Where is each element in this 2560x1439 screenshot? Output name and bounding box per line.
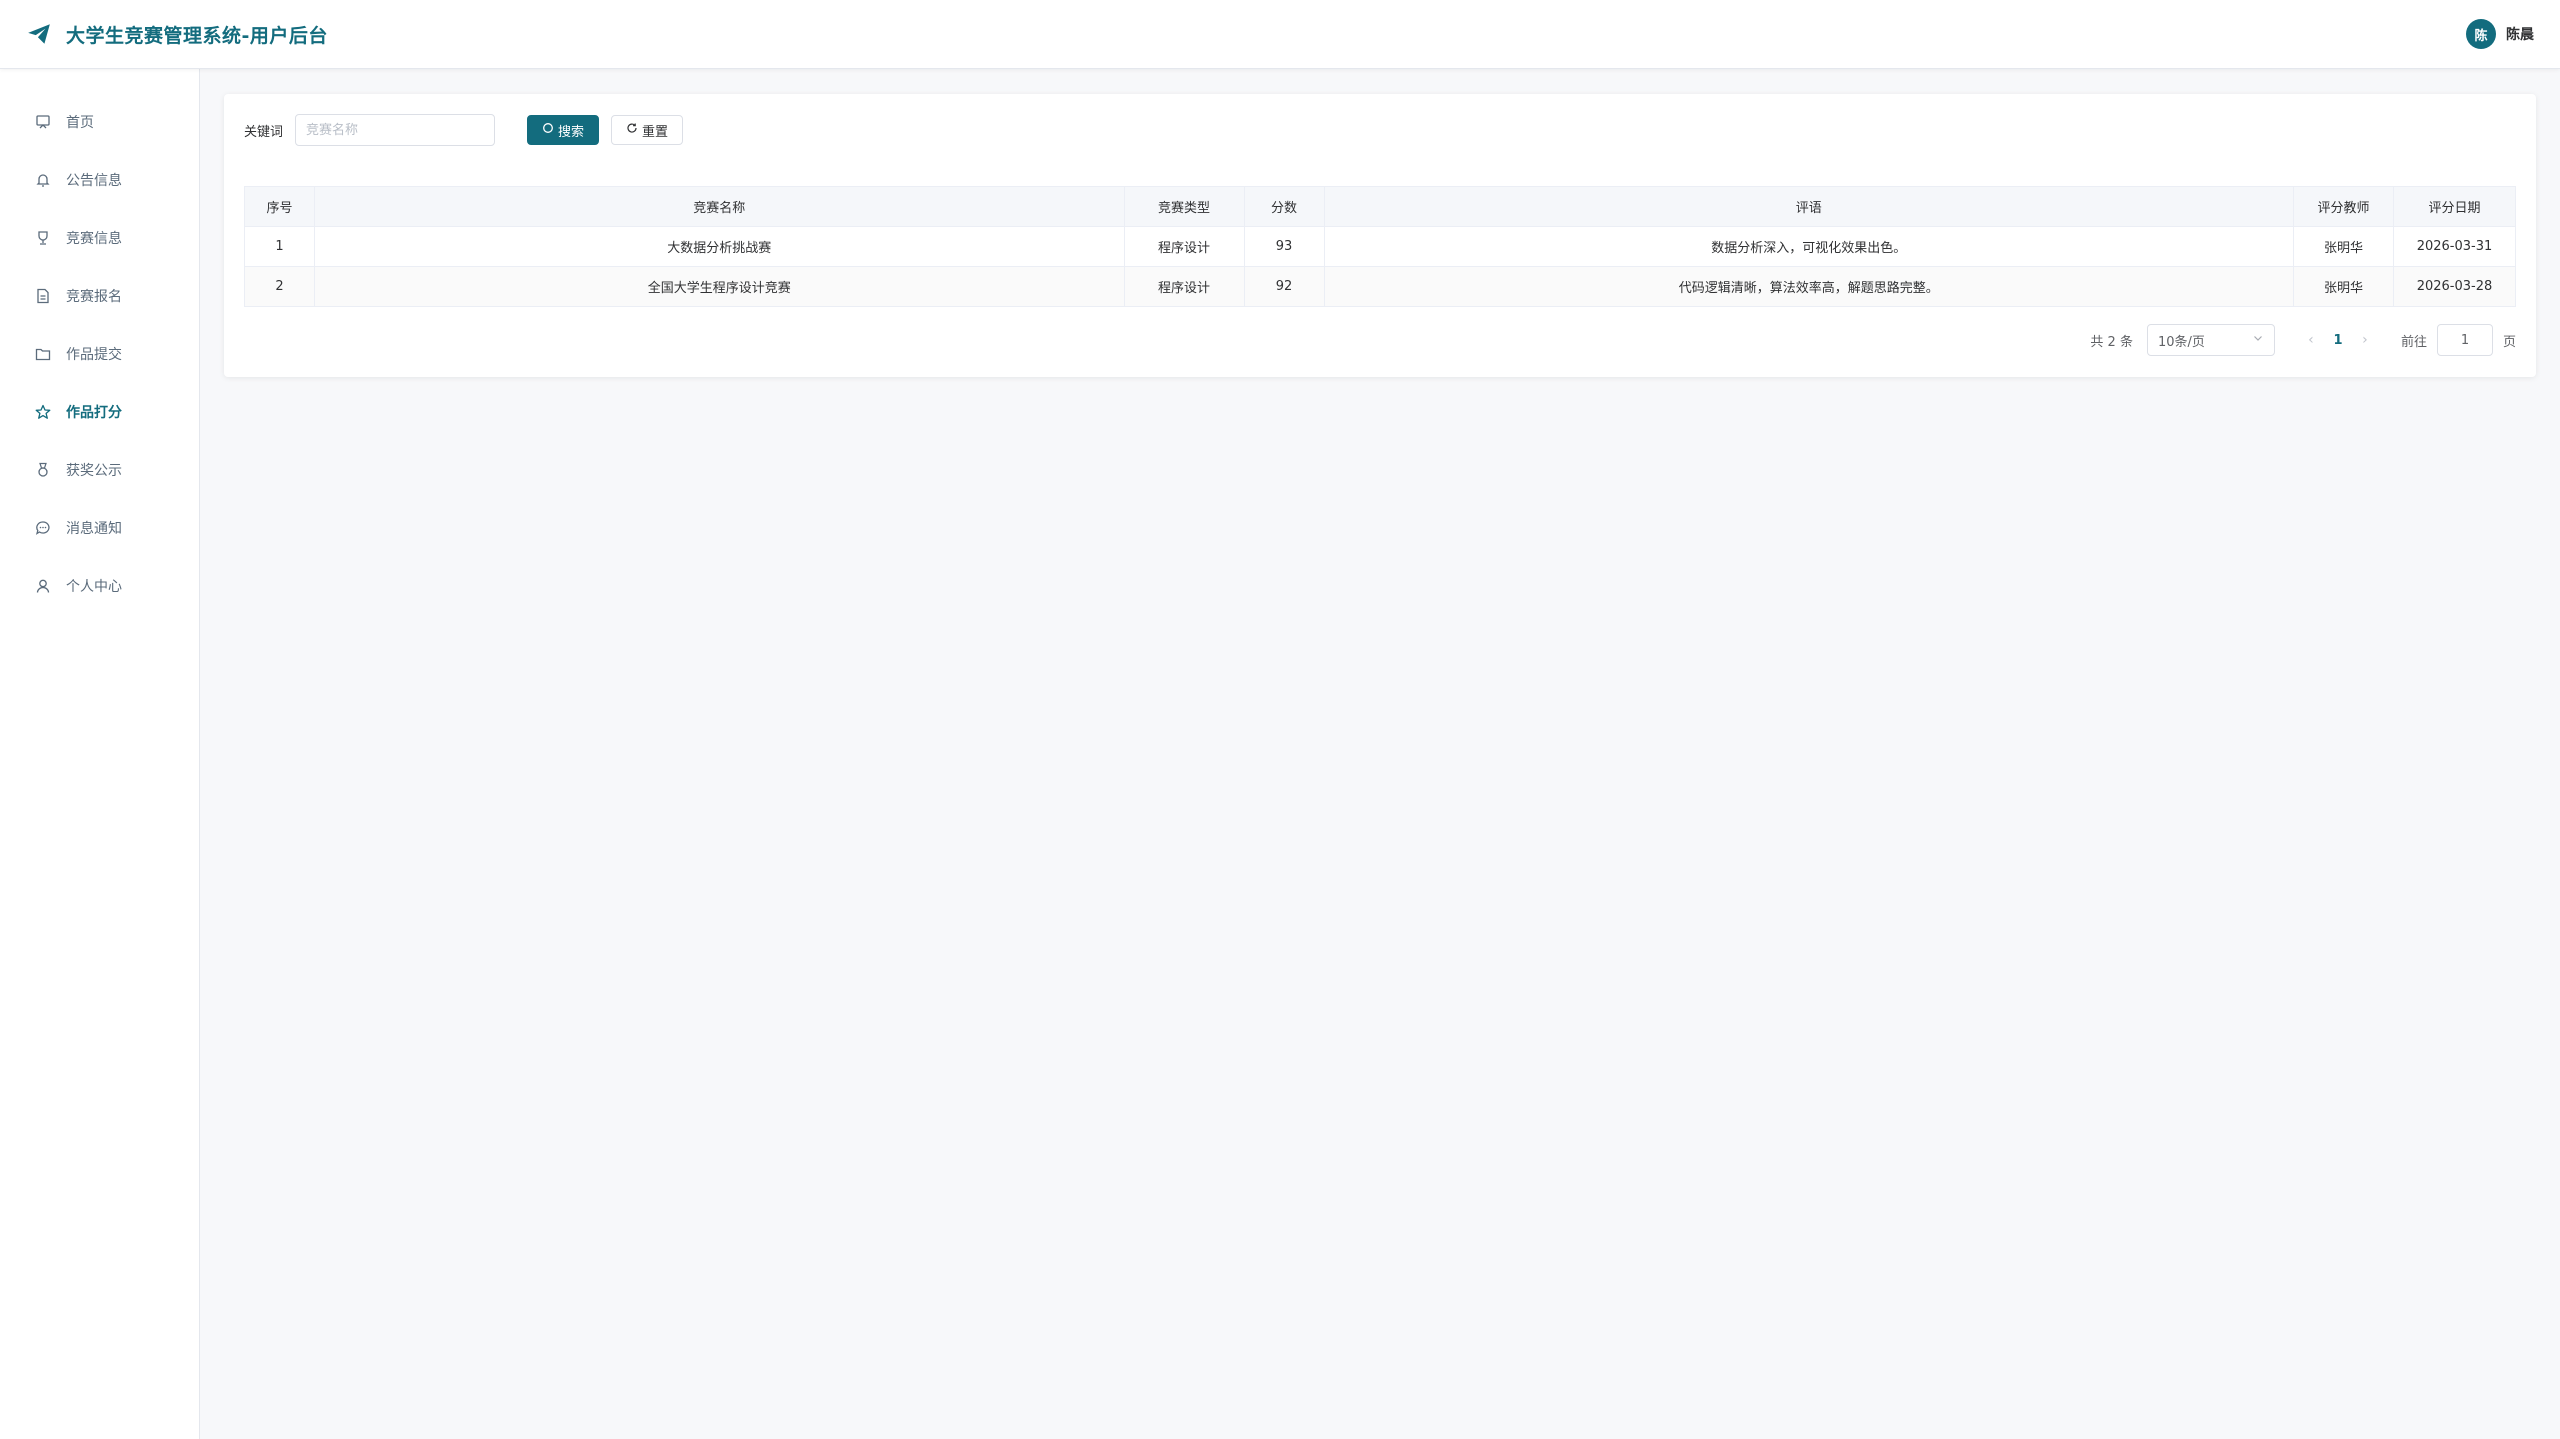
- sidebar-item-label: 竞赛信息: [66, 231, 122, 247]
- user-menu[interactable]: 陈 陈晨: [2466, 19, 2534, 49]
- table-cell: 93: [1243, 226, 1325, 267]
- column-header: 分数: [1243, 186, 1325, 227]
- sidebar-item-label: 个人中心: [66, 579, 122, 595]
- sidebar-item-submission[interactable]: 作品提交: [0, 325, 199, 383]
- table-row: 1 大数据分析挑战赛 程序设计 93 数据分析深入，可视化效果出色。 张明华 2…: [244, 226, 2516, 267]
- chat-icon: [34, 519, 52, 537]
- table-cell: 1: [244, 226, 315, 267]
- goto-suffix: 页: [2502, 334, 2516, 350]
- column-header: 评语: [1323, 186, 2295, 227]
- medal-icon: [34, 461, 52, 479]
- trophy-icon: [34, 229, 52, 247]
- search-button[interactable]: 搜索: [527, 115, 600, 145]
- table-cell: 2026-03-28: [2393, 266, 2516, 307]
- goto-page-input[interactable]: [2436, 324, 2493, 356]
- sidebar-item-label: 首页: [66, 115, 94, 131]
- scores-table: 序号 竞赛名称 竞赛类型 分数 评语 评分教师 评分日期 1 大数据分析挑战赛 …: [244, 186, 2516, 307]
- app-title: 大学生竞赛管理系统-用户后台: [66, 24, 328, 47]
- page-size-select[interactable]: 10条/页: [2146, 324, 2275, 356]
- sidebar-item-label: 竞赛报名: [66, 289, 122, 305]
- column-header: 竞赛类型: [1123, 186, 1245, 227]
- sidebar-item-label: 获奖公示: [66, 463, 122, 479]
- home-icon: [34, 113, 52, 131]
- sidebar-item-profile[interactable]: 个人中心: [0, 557, 199, 615]
- reset-button-label: 重置: [642, 124, 669, 140]
- total-count: 共 2 条: [2090, 334, 2133, 350]
- page-number[interactable]: 1: [2323, 333, 2353, 348]
- sidebar-item-competitions[interactable]: 竞赛信息: [0, 209, 199, 267]
- bell-icon: [34, 171, 52, 189]
- star-icon: [34, 403, 52, 421]
- sidebar-item-label: 作品打分: [66, 405, 122, 421]
- brand: 大学生竞赛管理系统-用户后台: [26, 21, 328, 48]
- table-cell: 数据分析深入，可视化效果出色。: [1323, 226, 2295, 267]
- next-page-button[interactable]: ›: [2353, 332, 2377, 348]
- sidebar-item-label: 作品提交: [66, 347, 122, 363]
- sidebar-item-label: 消息通知: [66, 521, 122, 537]
- sidebar-item-awards[interactable]: 获奖公示: [0, 441, 199, 499]
- sidebar: 首页 公告信息 竞赛信息 竞赛报名 作品提交 作品打分 获奖公示 消息通知 个人…: [0, 69, 200, 1439]
- refresh-icon: [626, 122, 638, 138]
- table-cell: 张明华: [2293, 266, 2394, 307]
- table-cell: 张明华: [2293, 226, 2394, 267]
- search-input[interactable]: [295, 114, 496, 146]
- sidebar-item-scoring[interactable]: 作品打分: [0, 383, 199, 441]
- keyword-label: 关键词: [244, 124, 284, 140]
- paper-plane-icon: [26, 21, 52, 47]
- sidebar-item-registration[interactable]: 竞赛报名: [0, 267, 199, 325]
- column-header: 评分教师: [2293, 186, 2394, 227]
- column-header: 竞赛名称: [313, 186, 1125, 227]
- search-bar: 关键词 搜索 重置: [244, 114, 684, 146]
- avatar[interactable]: 陈: [2466, 19, 2496, 49]
- sidebar-item-messages[interactable]: 消息通知: [0, 499, 199, 557]
- column-header: 序号: [244, 186, 315, 227]
- pagination: 共 2 条 10条/页 ‹ 1 › 前往 页: [2090, 324, 2516, 356]
- page-size-value: 10条/页: [2157, 334, 2205, 350]
- main-card: 关键词 搜索 重置 序号 竞赛名称 竞赛类型 分数 评语 评分教师 评分日期: [224, 94, 2536, 377]
- table-cell: 全国大学生程序设计竞赛: [313, 266, 1125, 307]
- user-icon: [34, 577, 52, 595]
- prev-page-button[interactable]: ‹: [2299, 332, 2323, 348]
- user-name[interactable]: 陈晨: [2506, 24, 2534, 44]
- reset-button[interactable]: 重置: [611, 115, 684, 145]
- table-cell: 程序设计: [1123, 266, 1245, 307]
- goto-label: 前往: [2400, 334, 2427, 350]
- sidebar-item-announcements[interactable]: 公告信息: [0, 151, 199, 209]
- table-row: 2 全国大学生程序设计竞赛 程序设计 92 代码逻辑清晰，算法效率高，解题思路完…: [244, 266, 2516, 307]
- table-cell: 大数据分析挑战赛: [313, 226, 1125, 267]
- chevron-down-icon: [2252, 332, 2264, 348]
- table-cell: 92: [1243, 266, 1325, 307]
- search-button-label: 搜索: [558, 124, 585, 140]
- table-cell: 程序设计: [1123, 226, 1245, 267]
- top-header: 大学生竞赛管理系统-用户后台 陈 陈晨: [0, 0, 2560, 69]
- sidebar-item-label: 公告信息: [66, 173, 122, 189]
- sidebar-item-home[interactable]: 首页: [0, 93, 199, 151]
- table-cell: 代码逻辑清晰，算法效率高，解题思路完整。: [1323, 266, 2295, 307]
- table-cell: 2: [244, 266, 315, 307]
- table-cell: 2026-03-31: [2393, 226, 2516, 267]
- folder-icon: [34, 345, 52, 363]
- table-header-row: 序号 竞赛名称 竞赛类型 分数 评语 评分教师 评分日期: [244, 186, 2516, 227]
- column-header: 评分日期: [2393, 186, 2516, 227]
- search-icon: [542, 122, 554, 138]
- document-icon: [34, 287, 52, 305]
